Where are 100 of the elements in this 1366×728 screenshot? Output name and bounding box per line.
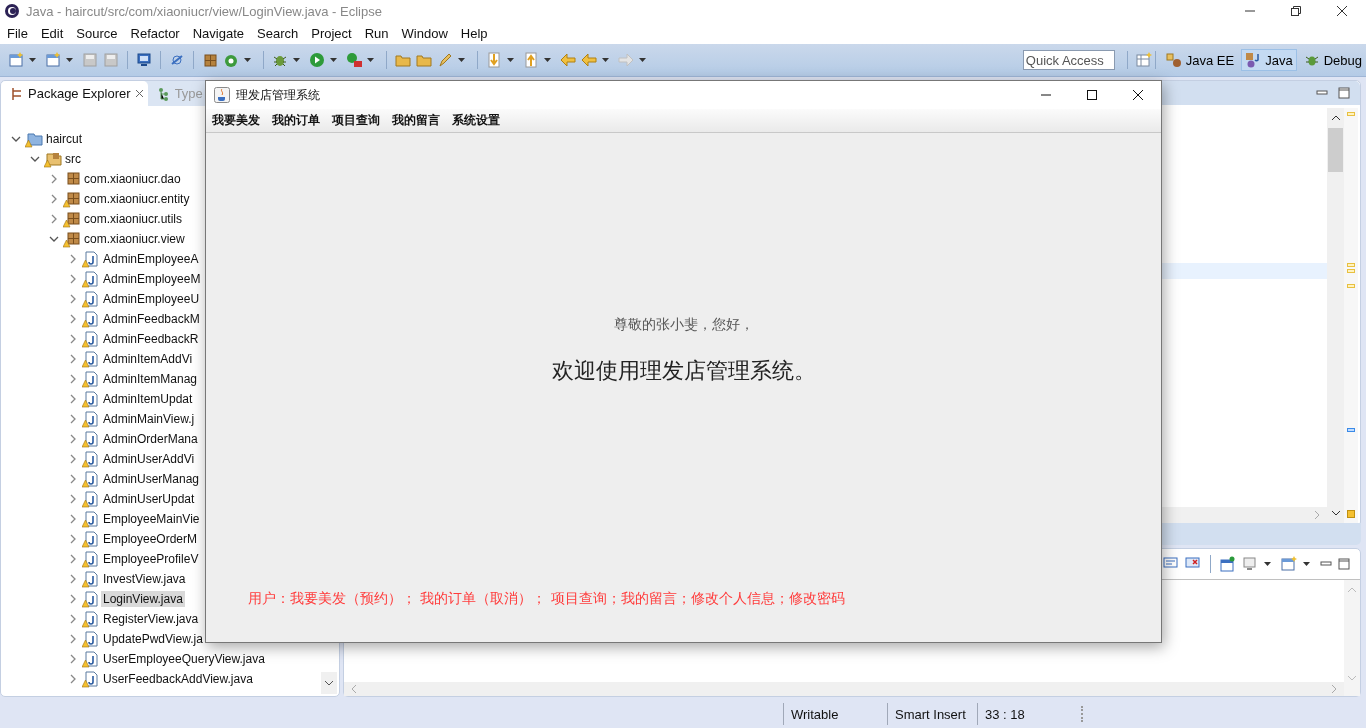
expand-chevron-icon[interactable] [68,574,78,584]
pen-icon[interactable] [437,52,453,68]
tree-item[interactable]: EmployeeMainVie [101,511,202,527]
folder-icon[interactable] [416,52,432,68]
menu-item[interactable]: Window [401,25,448,41]
expand-chevron-icon[interactable] [49,214,59,224]
tree-item[interactable]: InvestView.java [101,571,188,587]
save-icon[interactable] [82,52,98,68]
expand-chevron-icon[interactable] [49,194,59,204]
menu-item[interactable]: Run [364,25,389,41]
tree-item[interactable]: src [63,151,83,167]
arrow-down-icon[interactable] [486,52,502,68]
expand-chevron-icon[interactable] [68,514,78,524]
tree-item[interactable]: com.xiaoniucr.dao [82,171,183,187]
save-all-icon[interactable] [103,52,119,68]
tree-item[interactable]: AdminEmployeeA [101,251,201,267]
collapse-chevron-icon[interactable] [30,154,40,164]
back-icon[interactable] [560,52,576,68]
expand-chevron-icon[interactable] [68,354,78,364]
tree-item[interactable]: AdminFeedbackR [101,331,201,347]
tree-item[interactable]: UserFeedbackAddView.java [101,671,255,687]
expand-chevron-icon[interactable] [49,174,59,184]
menu-item[interactable]: File [7,25,28,41]
close-icon[interactable] [1336,5,1348,17]
menu-item[interactable]: Help [460,25,488,41]
scroll-down-icon[interactable] [1330,509,1341,517]
restore-icon[interactable] [1290,5,1302,17]
scroll-right-icon[interactable] [1313,510,1321,520]
menu-item[interactable]: 我要美发 [212,112,260,129]
quick-access-field[interactable]: Quick Access [1022,50,1115,70]
expand-chevron-icon[interactable] [68,614,78,624]
tree-item[interactable]: AdminItemManag [101,371,200,387]
tree-item[interactable]: AdminEmployeeU [101,291,202,307]
expand-chevron-icon[interactable] [68,474,78,484]
dropdown-caret-icon[interactable] [330,58,337,62]
dropdown-caret-icon[interactable] [293,58,300,62]
menu-item[interactable]: Refactor [130,25,180,41]
menu-item[interactable]: 项目查询 [332,112,380,129]
menu-item[interactable]: Search [257,25,299,41]
expand-chevron-icon[interactable] [68,534,78,544]
expand-chevron-icon[interactable] [68,334,78,344]
tree-item[interactable]: AdminUserManag [101,471,202,487]
tree-item[interactable]: com.xiaoniucr.view [82,231,187,247]
close-icon[interactable] [1132,89,1144,101]
tree-item[interactable]: AdminUserAddVi [101,451,197,467]
monitor-icon[interactable] [136,52,152,68]
expand-chevron-icon[interactable] [68,274,78,284]
arrow-up-icon[interactable] [523,52,539,68]
expand-chevron-icon[interactable] [68,654,78,664]
tree-item[interactable]: com.xiaoniucr.utils [82,211,185,227]
view-tab[interactable]: Package Explorer [1,81,148,106]
dropdown-caret-icon[interactable] [602,58,609,62]
expand-chevron-icon[interactable] [68,454,78,464]
scrollbar[interactable] [344,682,1344,696]
perspective-button[interactable]: Debug [1299,49,1366,71]
tree-item[interactable]: UserEmployeeQueryView.java [101,651,267,667]
package-icon[interactable] [202,52,218,68]
expand-chevron-icon[interactable] [68,674,78,684]
collapse-chevron-icon[interactable] [11,134,21,144]
menu-item[interactable]: Edit [40,25,64,41]
drag-handle[interactable] [1081,706,1085,722]
tree-item[interactable]: EmployeeOrderM [101,531,200,547]
dropdown-caret-icon[interactable] [244,58,251,62]
expand-chevron-icon[interactable] [68,394,78,404]
expand-chevron-icon[interactable] [68,634,78,644]
dropdown-caret-icon[interactable] [66,58,73,62]
pin-icon[interactable] [1220,556,1236,572]
expand-chevron-icon[interactable] [68,414,78,424]
new-window-icon[interactable] [8,52,24,68]
tree-item[interactable]: LoginView.java [101,591,185,607]
tree-item[interactable]: AdminMainView.j [101,411,197,427]
dropdown-caret-icon[interactable] [1264,562,1271,566]
tree-item[interactable]: AdminOrderMana [101,431,200,447]
dropdown-caret-icon[interactable] [507,58,514,62]
tree-item[interactable]: EmployeeProfileV [101,551,201,567]
perspective-button[interactable]: Java [1241,49,1297,71]
collapse-chevron-icon[interactable] [49,234,59,244]
scroll-left-icon[interactable] [350,684,358,694]
scroll-down-icon[interactable] [324,679,334,687]
perspective-button[interactable]: Java EE [1161,49,1239,71]
dropdown-caret-icon[interactable] [367,58,374,62]
dropdown-caret-icon[interactable] [1303,562,1310,566]
tree-item[interactable]: com.xiaoniucr.entity [82,191,192,207]
maximize-icon[interactable] [1086,89,1098,101]
run-external-icon[interactable] [346,52,362,68]
menu-item[interactable]: 我的留言 [392,112,440,129]
expand-chevron-icon[interactable] [68,374,78,384]
expand-chevron-icon[interactable] [68,254,78,264]
monitor-icon[interactable] [1242,556,1258,572]
folder-icon[interactable] [395,52,411,68]
run-icon[interactable] [309,52,325,68]
tree-item[interactable]: AdminUserUpdat [101,491,197,507]
open-perspective-icon[interactable] [1135,52,1152,68]
tree-item[interactable]: AdminItemAddVi [101,351,195,367]
tree-item[interactable]: UpdatePwdView.ja [101,631,205,647]
scroll-right-icon[interactable] [1330,684,1338,694]
expand-chevron-icon[interactable] [68,314,78,324]
menu-item[interactable]: Navigate [192,25,244,41]
tree-item[interactable]: RegisterView.java [101,611,201,627]
expand-chevron-icon[interactable] [68,554,78,564]
